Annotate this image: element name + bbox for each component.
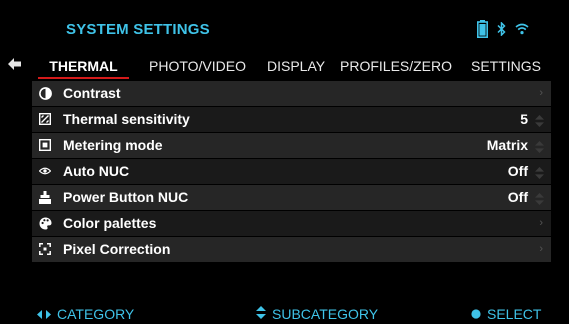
tab-photo-video[interactable]: PHOTO/VIDEO	[149, 53, 246, 79]
category-tabs: THERMAL PHOTO/VIDEO DISPLAY PROFILES/ZER…	[38, 53, 569, 79]
chevron-right-icon: ›	[539, 87, 543, 99]
page-title: SYSTEM SETTINGS	[66, 21, 210, 38]
up-down-spinner-icon[interactable]	[535, 192, 544, 205]
list-item-label: Auto NUC	[63, 163, 130, 179]
list-item-power-button-nuc[interactable]: Power Button NUC Off	[32, 185, 551, 210]
hint-select: SELECT	[471, 306, 541, 322]
bluetooth-icon	[497, 22, 506, 36]
tab-profiles-zero[interactable]: PROFILES/ZERO	[340, 53, 452, 79]
chevron-right-icon: ›	[539, 243, 543, 255]
list-item-value: Off	[507, 189, 528, 205]
tab-label: THERMAL	[49, 58, 118, 74]
list-item-metering-mode[interactable]: Metering mode Matrix	[32, 133, 551, 158]
header: SYSTEM SETTINGS	[0, 0, 569, 48]
contrast-icon	[38, 86, 52, 100]
list-item-label: Thermal sensitivity	[63, 111, 190, 127]
status-icons	[477, 20, 529, 38]
hint-subcategory-label: SUBCATEGORY	[272, 306, 379, 322]
back-arrow-icon[interactable]	[8, 57, 22, 70]
settings-list: Contrast › Thermal sensitivity 5 Meterin…	[32, 81, 551, 263]
hint-category: CATEGORY	[37, 306, 134, 322]
power-button-icon	[38, 190, 52, 204]
list-item-label: Pixel Correction	[63, 241, 171, 257]
tab-label: DISPLAY	[267, 58, 326, 74]
battery-icon	[477, 20, 488, 38]
up-down-arrows-icon	[256, 306, 266, 322]
hint-select-label: SELECT	[487, 306, 542, 322]
up-down-spinner-icon[interactable]	[535, 140, 544, 153]
left-right-arrows-icon	[37, 306, 51, 322]
tab-settings[interactable]: SETTINGS	[471, 53, 541, 79]
list-item-auto-nuc[interactable]: Auto NUC Off	[32, 159, 551, 184]
chevron-right-icon: ›	[539, 217, 543, 229]
list-item-value: Matrix	[486, 137, 528, 153]
active-tab-underline	[38, 77, 129, 79]
tab-label: PROFILES/ZERO	[340, 58, 453, 74]
list-item-label: Color palettes	[63, 215, 157, 231]
list-item-thermal-sensitivity[interactable]: Thermal sensitivity 5	[32, 107, 551, 132]
tab-display[interactable]: DISPLAY	[267, 53, 325, 79]
list-item-color-palettes[interactable]: Color palettes ›	[32, 211, 551, 236]
list-item-value: Off	[507, 163, 528, 179]
list-item-label: Metering mode	[63, 137, 163, 153]
tab-label: PHOTO/VIDEO	[149, 58, 246, 74]
list-item-label: Power Button NUC	[63, 189, 189, 205]
palette-icon	[38, 216, 52, 230]
up-down-spinner-icon[interactable]	[535, 166, 544, 179]
select-dot-icon	[471, 306, 481, 322]
hint-category-label: CATEGORY	[57, 306, 135, 322]
list-item-value: 5	[520, 111, 528, 127]
list-item-label: Contrast	[63, 85, 121, 101]
list-item-pixel-correction[interactable]: Pixel Correction ›	[32, 237, 551, 262]
up-down-spinner-icon[interactable]	[535, 114, 544, 127]
tab-label: SETTINGS	[471, 58, 542, 74]
hint-subcategory: SUBCATEGORY	[256, 306, 378, 322]
metering-icon	[38, 138, 52, 152]
sensitivity-icon	[38, 112, 52, 126]
pixel-correction-icon	[38, 242, 52, 256]
wifi-icon	[515, 23, 529, 35]
list-item-contrast[interactable]: Contrast ›	[32, 81, 551, 106]
eye-icon	[38, 164, 52, 178]
tab-thermal[interactable]: THERMAL	[38, 53, 129, 79]
footer-hints: CATEGORY SUBCATEGORY SELECT	[0, 306, 569, 324]
